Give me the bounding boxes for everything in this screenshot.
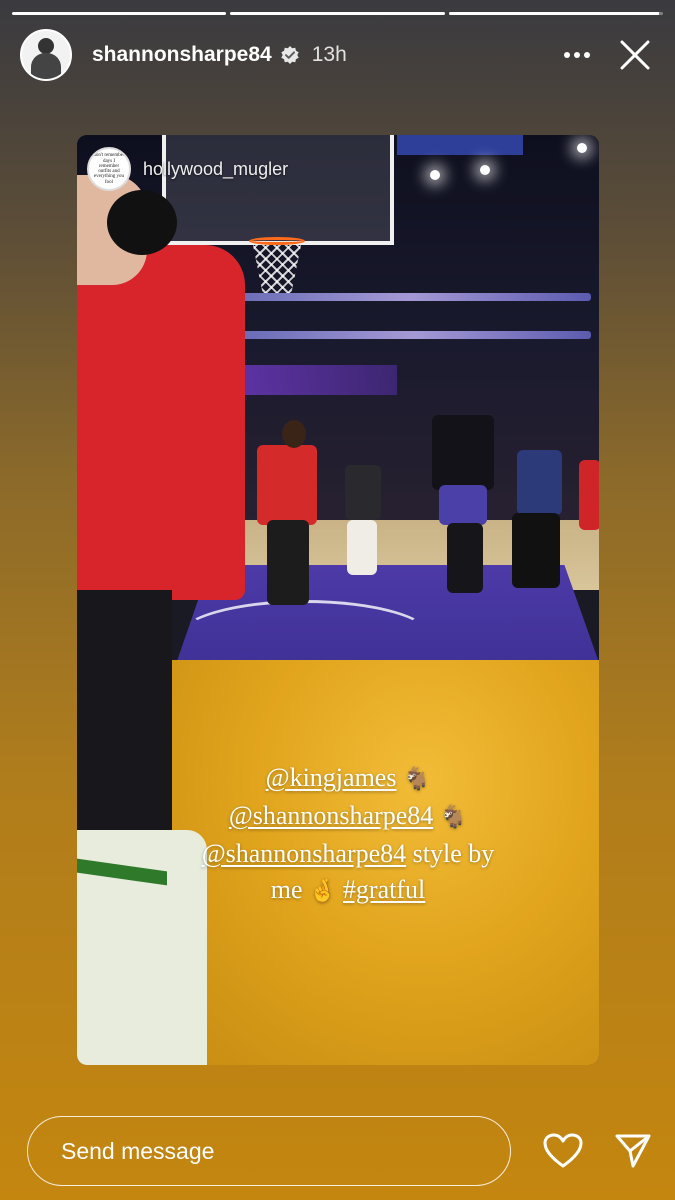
story-header: shannonsharpe84 13h — [20, 28, 655, 82]
progress-segment-2 — [230, 12, 445, 15]
basketball-court-photo — [77, 135, 599, 1065]
more-horizontal-icon[interactable] — [557, 35, 597, 75]
goat-emoji: 🐐 — [439, 805, 468, 830]
story-timestamp: 13h — [311, 43, 347, 66]
verified-badge-icon — [280, 45, 300, 65]
embedded-post-header: don't remember days I remember outfits a… — [87, 147, 288, 191]
caption-text: style by — [406, 839, 495, 868]
mention-shannonsharpe84-2[interactable]: @shannonsharpe84 — [202, 839, 406, 868]
caption-text-me: me — [270, 875, 303, 904]
close-icon[interactable] — [615, 35, 655, 75]
mention-kingjames[interactable]: @kingjames — [266, 763, 397, 792]
progress-segment-3 — [448, 12, 663, 15]
mention-shannonsharpe84[interactable]: @shannonsharpe84 — [229, 801, 433, 830]
embedded-avatar[interactable]: don't remember days I remember outfits a… — [87, 147, 131, 191]
embedded-username[interactable]: hollywood_mugler — [143, 159, 288, 180]
progress-segment-1 — [12, 12, 227, 15]
hashtag-gratful[interactable]: #gratful — [343, 875, 425, 904]
send-icon[interactable] — [611, 1129, 655, 1173]
fingers-crossed-emoji: 🤞 — [309, 879, 337, 904]
send-message-input[interactable]: Send message — [27, 1116, 512, 1186]
avatar[interactable] — [20, 29, 72, 81]
heart-icon[interactable] — [541, 1129, 585, 1173]
story-progress — [12, 12, 663, 15]
goat-emoji: 🐐 — [402, 767, 431, 792]
embedded-story-card[interactable]: don't remember days I remember outfits a… — [77, 135, 599, 1065]
story-footer: Send message — [27, 1116, 655, 1186]
story-caption: @kingjames 🐐 @shannonsharpe84 🐐 @shannon… — [137, 760, 559, 910]
story-username[interactable]: shannonsharpe84 — [92, 43, 272, 67]
